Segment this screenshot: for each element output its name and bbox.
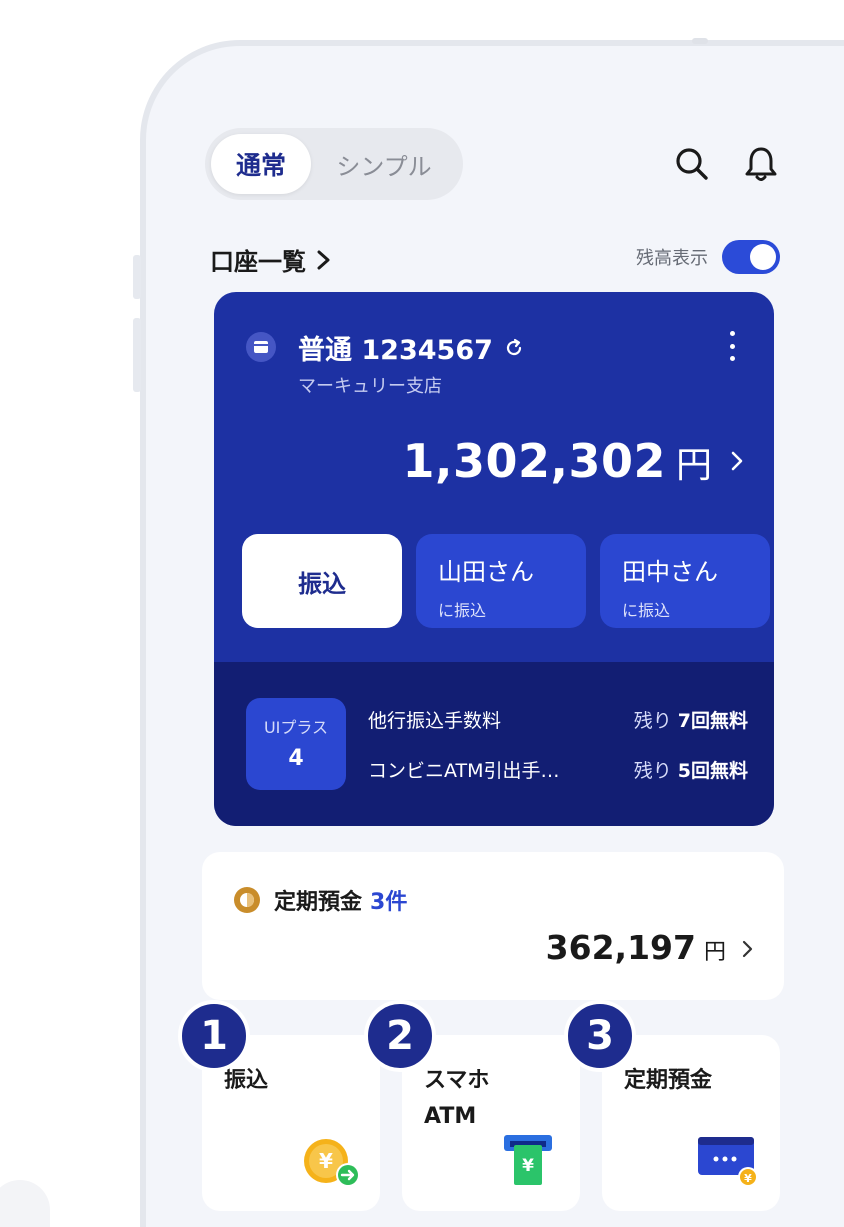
service-label: 定期預金 <box>624 1068 713 1093</box>
more-options-icon[interactable] <box>720 328 744 364</box>
balance-visibility-row: 残高表示 <box>636 240 780 274</box>
plus-rank-badge: UIプラス 4 <box>246 698 346 790</box>
tab-normal[interactable]: 通常 <box>211 134 311 194</box>
quick-transfer-name: 田中さん <box>622 558 718 586</box>
fee-row: 他行振込手数料 残り 7回無料 <box>368 706 748 733</box>
app-screen: 通常 シンプル 口座一覧 残高表示 普通 1234567 マーキュリー支店 1,… <box>150 70 844 1227</box>
account-list-label: 口座一覧 <box>210 248 306 276</box>
service-label-line: ATM <box>424 1104 477 1130</box>
time-deposit-title: 定期預金 3件 <box>232 884 407 916</box>
service-label: 振込 <box>224 1068 269 1093</box>
step-number-badge: 3 <box>564 1000 636 1072</box>
step-number-badge: 2 <box>364 1000 436 1072</box>
balance-visibility-label: 残高表示 <box>636 248 708 269</box>
phone-side-button <box>133 318 141 392</box>
time-deposit-card[interactable]: 定期預金 3件 362,197 円 <box>202 852 784 1000</box>
bankbook-icon <box>246 332 276 362</box>
fee-remaining: 残り 5回無料 <box>634 756 748 783</box>
account-number: 普通 1234567 <box>298 335 493 366</box>
fee-remaining-count: 7回無料 <box>677 710 748 732</box>
account-list-link[interactable]: 口座一覧 <box>210 242 332 277</box>
chevron-right-icon <box>731 451 743 471</box>
fee-remaining: 残り 7回無料 <box>634 706 748 733</box>
atm-cash-icon: ¥ <box>504 1135 552 1185</box>
view-mode-segmented-control: 通常 シンプル <box>205 128 463 200</box>
tab-simple[interactable]: シンプル <box>311 147 457 182</box>
background-decoration <box>0 1180 50 1227</box>
quick-transfer-sub: に振込 <box>438 601 487 620</box>
balance-currency: 円 <box>675 445 712 486</box>
account-card[interactable]: 普通 1234567 マーキュリー支店 1,302,302 円 振込 山田さん … <box>214 292 774 826</box>
quick-transfer-yamada-button[interactable]: 山田さん に振込 <box>416 534 586 628</box>
fee-remaining-prefix: 残り <box>633 760 672 782</box>
yen-coin-transfer-icon: ¥ <box>304 1139 360 1187</box>
balance-amount: 1,302,302 <box>402 434 666 488</box>
transfer-button[interactable]: 振込 <box>242 534 402 628</box>
quick-transfer-name: 山田さん <box>438 558 534 586</box>
search-icon[interactable] <box>670 142 714 186</box>
branch-name: マーキュリー支店 <box>298 376 442 397</box>
quick-transfer-tanaka-button[interactable]: 田中さん に振込 <box>600 534 770 628</box>
plus-rank-value: 4 <box>288 746 304 771</box>
service-label-line: スマホ <box>424 1068 490 1093</box>
time-deposit-amount-row: 362,197 円 <box>546 928 754 967</box>
fee-remaining-count: 5回無料 <box>677 760 748 782</box>
fee-row: コンビニATM引出手… 残り 5回無料 <box>368 756 748 783</box>
plus-benefits-section[interactable]: UIプラス 4 他行振込手数料 残り 7回無料 コンビニATM引出手… 残り 5… <box>214 662 774 826</box>
plus-rank-label: UIプラス <box>263 718 329 737</box>
coin-icon <box>234 887 260 913</box>
service-label: スマホ ATM <box>424 1063 489 1136</box>
step-number-badge: 1 <box>178 1000 250 1072</box>
balance-visibility-toggle[interactable] <box>722 240 780 274</box>
toggle-knob <box>750 244 776 270</box>
svg-text:¥: ¥ <box>744 1172 752 1185</box>
phone-side-button <box>133 255 141 299</box>
deposit-passbook-icon: ¥ <box>698 1137 758 1187</box>
bell-icon[interactable] <box>739 142 783 186</box>
phone-top-sensor <box>692 38 708 44</box>
service-tile-smartphone-atm[interactable]: スマホ ATM ¥ <box>402 1035 580 1211</box>
svg-text:¥: ¥ <box>319 1149 333 1173</box>
chevron-right-icon <box>742 940 753 958</box>
account-title: 普通 1234567 <box>298 328 525 367</box>
refresh-icon[interactable] <box>503 337 525 359</box>
svg-text:¥: ¥ <box>522 1156 534 1176</box>
fee-remaining-prefix: 残り <box>633 710 672 732</box>
time-deposit-amount: 362,197 <box>545 928 696 967</box>
time-deposit-count: 3件 <box>370 890 408 915</box>
chevron-right-icon <box>317 250 330 269</box>
time-deposit-label: 定期預金 <box>274 890 363 915</box>
fee-name: 他行振込手数料 <box>368 710 502 732</box>
quick-transfer-sub: に振込 <box>622 601 671 620</box>
fee-name: コンビニATM引出手… <box>368 760 560 782</box>
balance-row[interactable]: 1,302,302 円 <box>402 434 744 488</box>
service-tile-time-deposit[interactable]: 定期預金 ¥ <box>602 1035 780 1211</box>
time-deposit-currency: 円 <box>703 940 726 965</box>
